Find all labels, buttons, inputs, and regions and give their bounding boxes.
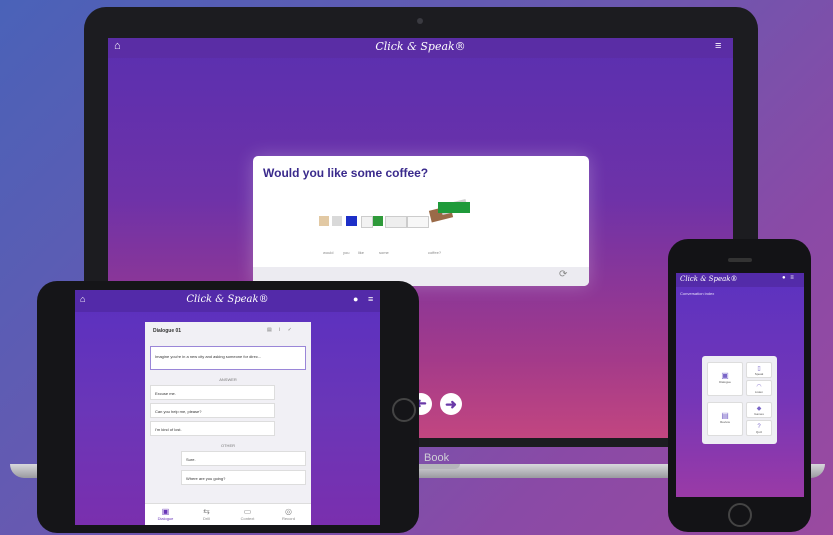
info-icon[interactable]: i	[279, 327, 280, 333]
word-label: you	[343, 250, 350, 255]
laptop-camera	[417, 18, 423, 24]
phone-home-button	[728, 503, 752, 527]
tile-label: Listen	[754, 390, 763, 394]
word-tile[interactable]	[346, 216, 357, 226]
tablet-home-button	[392, 398, 416, 422]
tile-label: Speak	[754, 372, 764, 376]
tile-listen[interactable]: ◠ Listen	[746, 380, 772, 396]
tile-speak[interactable]: ▯ Speak	[746, 362, 772, 378]
nav-item-record[interactable]: ◎ Record	[268, 507, 309, 521]
word-tile[interactable]	[332, 216, 342, 226]
nav-item-context[interactable]: ▭ Context	[227, 507, 268, 521]
intro-text: Imagine you're in a new city and asking …	[150, 346, 306, 370]
phone-top-icons: ● ≡	[782, 275, 794, 281]
word-label: would	[323, 250, 334, 255]
chat-icon[interactable]: ●	[353, 294, 358, 304]
reply-bubble[interactable]: Where are you going?	[181, 470, 306, 485]
next-button[interactable]: ➜	[440, 393, 462, 415]
arrow-right-icon: ➜	[445, 396, 457, 412]
answer-bubble[interactable]: I'm kind of lost.	[150, 421, 275, 436]
tile-dialogue[interactable]: ▣ Dialogue	[707, 362, 743, 396]
word-label: some	[379, 250, 389, 255]
tile-label: Dialogue	[719, 380, 731, 384]
word-tile[interactable]	[361, 216, 373, 228]
nav-label: Dialogue	[157, 516, 174, 521]
section-label: ANSWER	[219, 377, 237, 382]
reply-bubble[interactable]: Sure.	[181, 451, 306, 466]
activity-menu: ▣ Dialogue ▯ Speak ◠ Listen ▤ Review ◆ G…	[702, 356, 777, 444]
word-label: coffee?	[428, 250, 442, 255]
word-tile[interactable]	[385, 216, 407, 228]
app-logo: Click & Speak®	[375, 40, 466, 53]
nav-label: Context	[240, 516, 255, 521]
tablet-screen: ⌂ Click & Speak® ● ≡ Dialogue 01 ▤ i ✓ I…	[75, 290, 380, 525]
refresh-icon[interactable]: ⟳	[559, 269, 567, 280]
check-icon[interactable]: ✓	[288, 327, 292, 333]
dialogue-title: Dialogue 01	[153, 328, 182, 334]
tile-quiz[interactable]: ? Quiz	[746, 420, 772, 436]
app-logo: Click & Speak®	[680, 275, 738, 283]
nav-item-dialogue[interactable]: ▣ Dialogue	[145, 507, 186, 521]
word-label: like	[358, 250, 365, 255]
answer-bubble[interactable]: Excuse me.	[150, 385, 275, 400]
phone-subtitle: Conversation index	[680, 291, 715, 296]
menu-icon[interactable]: ≡	[368, 294, 373, 304]
question-text: Would you like some coffee?	[263, 166, 429, 180]
tile-games[interactable]: ◆ Games	[746, 402, 772, 418]
nav-item-drill[interactable]: ⇆ Drill	[186, 507, 227, 521]
tile-label: Games	[754, 412, 764, 416]
menu-icon[interactable]: ≡	[790, 275, 794, 281]
app-logo: Click & Speak®	[186, 294, 269, 305]
bottom-nav: ▣ Dialogue ⇆ Drill ▭ Context ◎ Record	[145, 503, 311, 525]
word-tile[interactable]	[438, 202, 470, 213]
repeat-icon: ⇆	[203, 507, 210, 516]
answer-bubble[interactable]: Can you help me, please?	[150, 403, 275, 418]
cards-icon: ▤	[721, 411, 729, 420]
panel-tools: ▤ i ✓	[267, 327, 292, 333]
dialogue-panel: Dialogue 01 ▤ i ✓ Imagine you're in a ne…	[145, 322, 311, 525]
laptop-brand-text: Book	[424, 452, 450, 464]
list-icon[interactable]: ▤	[267, 327, 272, 333]
word-tile[interactable]	[373, 216, 383, 226]
dialogue-icon: ▣	[161, 507, 170, 516]
exercise-card: Would you like some coffee? would you li…	[253, 156, 589, 286]
section-label: OTHER	[221, 443, 235, 448]
word-tile[interactable]	[319, 216, 329, 226]
phone-speaker	[728, 258, 752, 262]
chat-icon[interactable]: ●	[782, 275, 786, 281]
record-icon: ◎	[285, 507, 292, 516]
tile-label: Quiz	[755, 430, 763, 434]
phone-screen: Click & Speak® ● ≡ Conversation index ▣ …	[676, 273, 804, 497]
tile-review[interactable]: ▤ Review	[707, 402, 743, 436]
dialogue-icon: ▣	[721, 371, 729, 380]
nav-label: Record	[282, 516, 295, 521]
word-tile[interactable]	[407, 216, 429, 228]
tile-label: Review	[720, 420, 730, 424]
window-icon: ▭	[243, 507, 252, 516]
nav-label: Drill	[203, 516, 210, 521]
menu-icon[interactable]: ≡	[715, 40, 721, 52]
